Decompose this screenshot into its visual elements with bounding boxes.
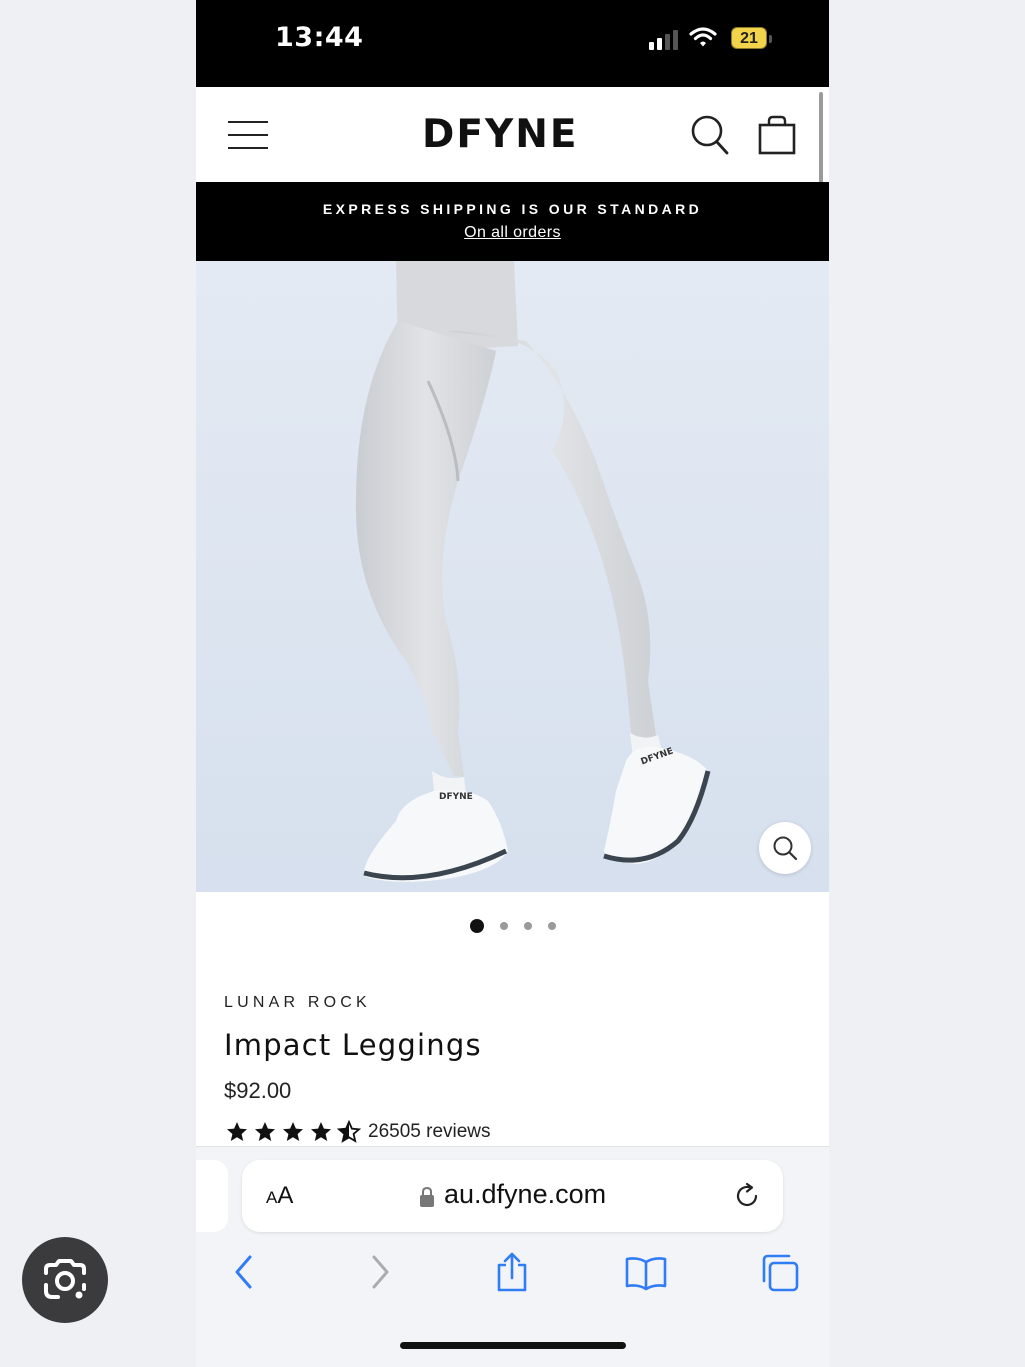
promo-link[interactable]: On all orders [196, 224, 829, 242]
phone-screen: 13:44 21 DFYNE EXPRESS SHIPPING IS OUR S… [196, 0, 829, 1367]
dfyne-logo[interactable]: DFYNE [422, 114, 602, 154]
url-text[interactable]: au.dfyne.com [444, 1179, 606, 1210]
leggings-photo: DFYNE DFYNE [196, 261, 829, 892]
browser-bottom-bar: AA au.dfyne.com [196, 1146, 829, 1367]
star-full-icon [311, 1122, 331, 1141]
promo-title: EXPRESS SHIPPING IS OUR STANDARD [322, 201, 703, 217]
text-size-button[interactable]: AA [266, 1182, 293, 1210]
battery-indicator: 21 [731, 27, 767, 49]
zoom-button[interactable] [759, 822, 811, 874]
wifi-icon [689, 27, 717, 47]
status-time: 13:44 [275, 22, 364, 53]
reload-icon[interactable] [734, 1182, 762, 1210]
review-count[interactable]: 26505 reviews [368, 1121, 491, 1143]
svg-text:DFYNE: DFYNE [439, 792, 473, 802]
zoom-icon [773, 836, 798, 861]
hamburger-menu-icon[interactable] [228, 121, 268, 151]
star-full-icon [283, 1122, 303, 1141]
lens-camera-icon [44, 1259, 86, 1299]
status-bar: 13:44 21 [196, 0, 829, 87]
lock-icon [420, 1186, 434, 1207]
shopping-bag-icon[interactable] [758, 115, 796, 155]
bookmarks-icon[interactable] [624, 1255, 668, 1291]
svg-text:DFYNE: DFYNE [422, 114, 579, 154]
star-full-icon [255, 1122, 275, 1141]
address-bar[interactable]: AA au.dfyne.com [242, 1160, 783, 1232]
product-variant: LUNAR ROCK [224, 994, 371, 1011]
tabs-icon[interactable] [760, 1253, 800, 1293]
gallery-dot-2[interactable] [499, 921, 508, 930]
star-full-icon [227, 1122, 247, 1141]
product-title: Impact Leggings [224, 1028, 482, 1062]
gallery-dot-3[interactable] [523, 921, 532, 930]
home-indicator [400, 1342, 626, 1349]
previous-tab-peek[interactable] [196, 1160, 228, 1232]
gallery-dot-1[interactable] [469, 918, 484, 933]
battery-nub [769, 35, 772, 43]
back-arrow-icon[interactable] [232, 1254, 256, 1290]
promo-banner: EXPRESS SHIPPING IS OUR STANDARD On all … [196, 182, 829, 261]
star-half-icon [336, 1120, 362, 1143]
site-header: DFYNE [196, 87, 829, 182]
cellular-signal-icon [649, 30, 678, 50]
forward-arrow-icon[interactable] [368, 1254, 392, 1290]
search-icon[interactable] [690, 114, 730, 156]
gallery-dot-4[interactable] [547, 921, 556, 930]
gallery-pagination [196, 917, 829, 933]
google-lens-button[interactable] [22, 1237, 108, 1323]
product-rating[interactable]: 26505 reviews [224, 1119, 491, 1145]
product-price: $92.00 [224, 1078, 292, 1103]
share-icon[interactable] [494, 1251, 530, 1293]
product-image[interactable]: DFYNE DFYNE [196, 261, 829, 892]
